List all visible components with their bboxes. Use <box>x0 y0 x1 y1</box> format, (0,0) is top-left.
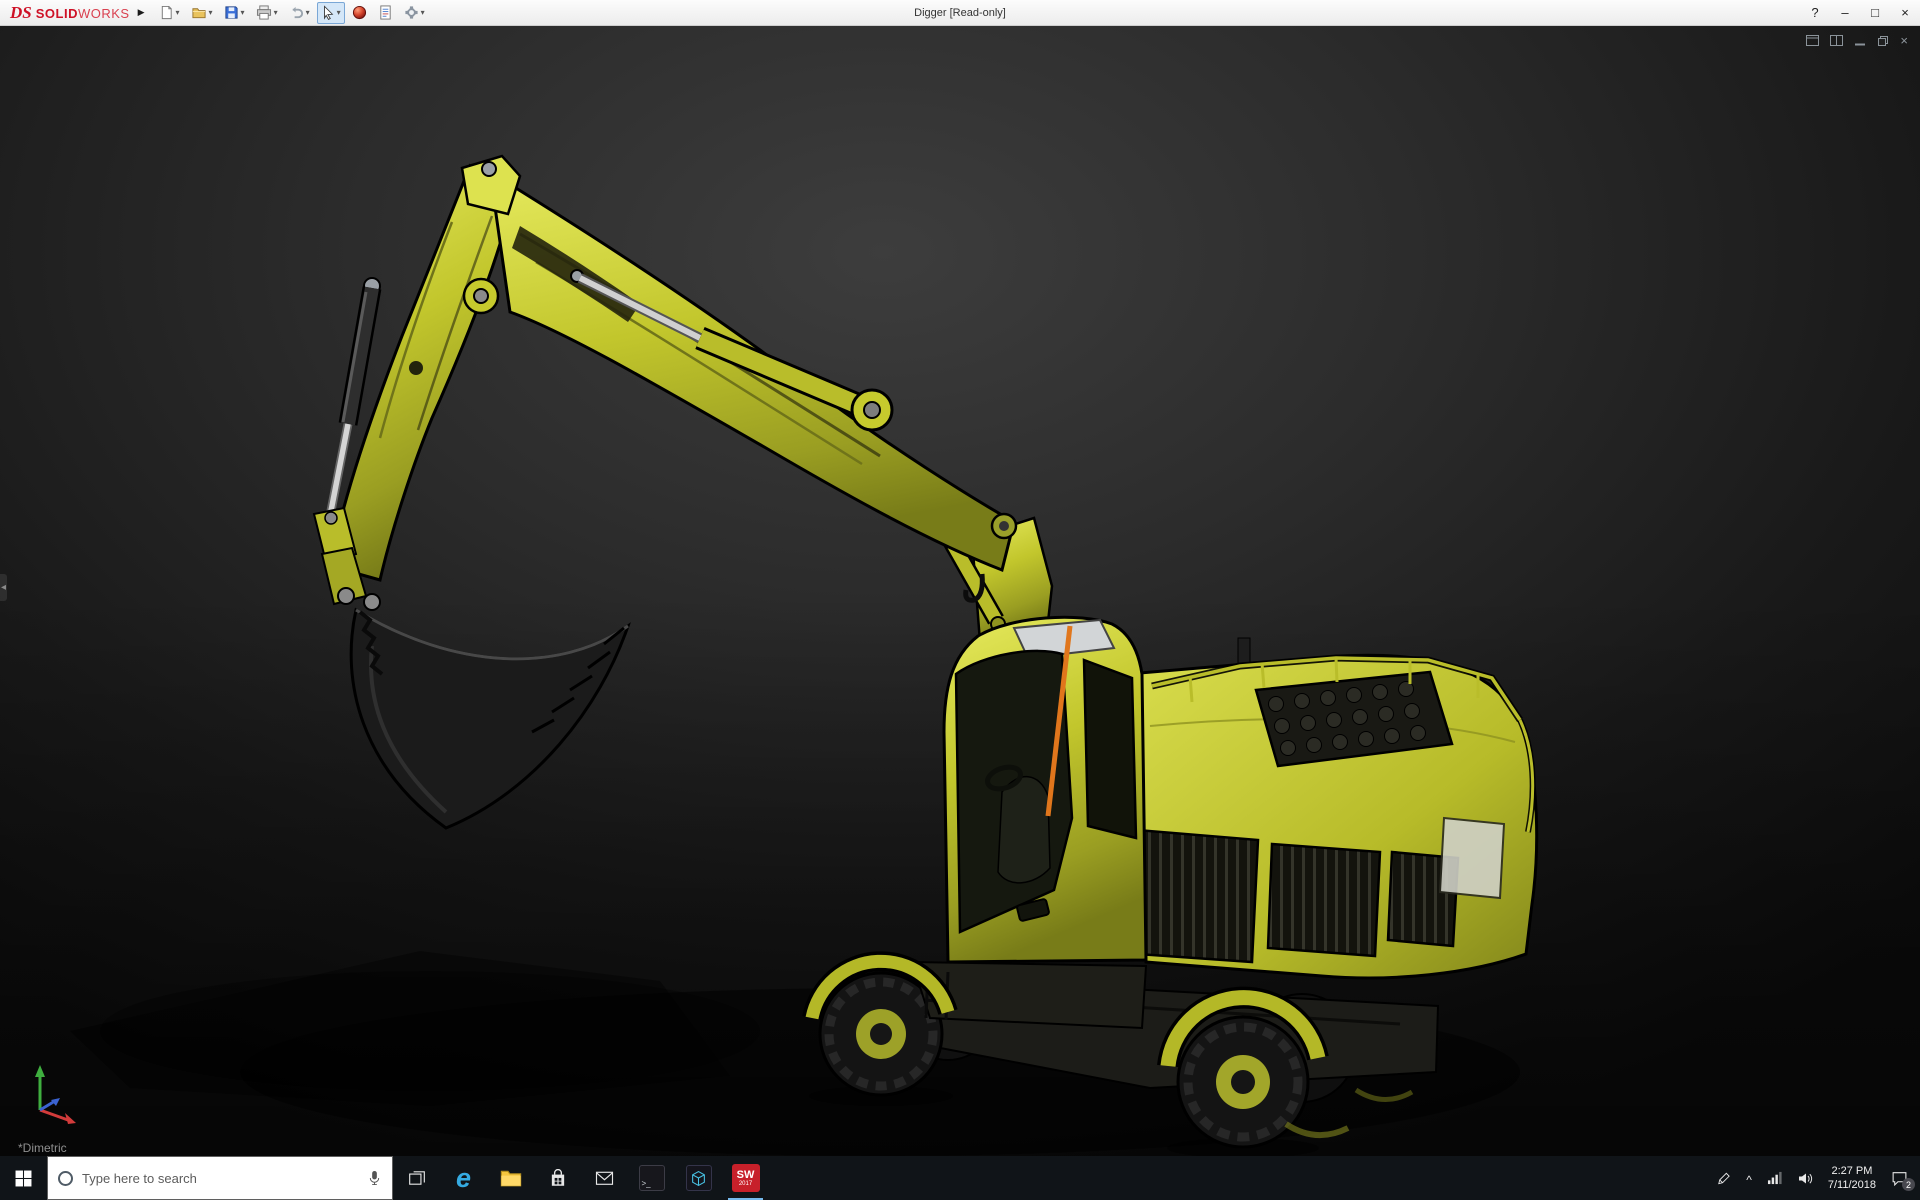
volume-icon[interactable] <box>1797 1171 1813 1186</box>
bucket[interactable] <box>351 610 628 828</box>
engine-housing <box>1108 638 1537 978</box>
store-bag-icon <box>549 1169 567 1188</box>
close-button[interactable]: × <box>1890 0 1920 25</box>
taskbar-search[interactable] <box>47 1156 393 1200</box>
side-window <box>1084 660 1136 838</box>
new-document-button[interactable]: ▾ <box>155 2 184 24</box>
select-tool-button[interactable]: ▾ <box>317 2 345 24</box>
file-explorer-button[interactable] <box>487 1156 534 1200</box>
solidworks-logo: DS SOLIDWORKS <box>0 3 130 23</box>
network-icon[interactable] <box>1767 1171 1782 1185</box>
mail-envelope-icon <box>595 1170 614 1186</box>
store-button[interactable] <box>534 1156 581 1200</box>
logo-solid: SOLID <box>36 6 78 21</box>
titlebar: DS SOLIDWORKS ▶ ▾ ▾ ▾ ▾ ▾ <box>0 0 1920 26</box>
cab[interactable] <box>944 617 1146 962</box>
clock-date: 7/11/2018 <box>1828 1178 1876 1192</box>
logo-ds-mark: DS <box>10 3 32 23</box>
mail-button[interactable] <box>581 1156 628 1200</box>
minimize-button[interactable]: – <box>1830 0 1860 25</box>
save-floppy-icon <box>224 5 239 20</box>
dropdown-arrow-icon[interactable]: ▾ <box>274 8 278 17</box>
doc-pane-icon[interactable] <box>1806 35 1819 46</box>
tray-pen-icon[interactable] <box>1716 1171 1731 1186</box>
undo-arrow-icon <box>289 5 304 20</box>
command-prompt-icon: >_ <box>639 1165 665 1191</box>
edge-button[interactable]: e <box>440 1156 487 1200</box>
windows-logo-icon <box>15 1170 32 1187</box>
view-orientation-label: *Dimetric <box>18 1141 67 1155</box>
undo-button[interactable]: ▾ <box>285 2 314 24</box>
graphics-viewport[interactable]: × ◂ *Dimetric <box>0 26 1920 1156</box>
options-button[interactable]: ▾ <box>400 2 429 24</box>
folder-icon <box>500 1169 522 1187</box>
search-input[interactable] <box>82 1171 358 1186</box>
cube-icon <box>686 1165 712 1191</box>
open-folder-icon <box>191 5 207 20</box>
dropdown-arrow-icon[interactable]: ▾ <box>241 8 245 17</box>
panel-collapse-arrow[interactable]: ◂ <box>0 574 7 601</box>
excavator-model[interactable] <box>0 26 1920 1156</box>
printer-icon <box>256 5 272 20</box>
open-button[interactable]: ▾ <box>187 2 217 24</box>
command-prompt-button[interactable]: >_ <box>628 1156 675 1200</box>
doc-restore-icon[interactable] <box>1877 35 1889 47</box>
logo-works: WORKS <box>78 6 130 21</box>
save-button[interactable]: ▾ <box>220 2 249 24</box>
dropdown-arrow-icon[interactable]: ▾ <box>209 8 213 17</box>
quick-access-toolbar: ▾ ▾ ▾ ▾ ▾ ▾ <box>155 2 429 24</box>
task-view-button[interactable] <box>393 1156 440 1200</box>
task-view-icon <box>408 1169 426 1187</box>
menu-flyout-arrow[interactable]: ▶ <box>138 7 145 18</box>
dropdown-arrow-icon[interactable]: ▾ <box>306 8 310 17</box>
maximize-button[interactable]: □ <box>1860 0 1890 25</box>
stick-arm[interactable] <box>314 166 512 610</box>
doc-minimize-icon[interactable] <box>1854 35 1866 47</box>
main-boom[interactable] <box>462 156 1016 570</box>
operator-seat <box>998 777 1050 883</box>
taskbar: e >_ <box>0 1156 1920 1200</box>
action-center-button[interactable]: 2 <box>1891 1170 1908 1186</box>
window-controls: ? – □ × <box>1800 0 1920 25</box>
system-tray: ^ 2:27 PM 7/11/2018 2 <box>1716 1156 1920 1200</box>
solidworks-window: DS SOLIDWORKS ▶ ▾ ▾ ▾ ▾ ▾ <box>0 0 1920 1200</box>
orientation-triad[interactable] <box>24 1062 88 1128</box>
file-properties-button[interactable] <box>374 2 397 24</box>
hidden-icons-chevron[interactable]: ^ <box>1746 1173 1752 1187</box>
solidworks-taskbar-button[interactable]: SW2017 <box>722 1156 769 1200</box>
document-window-controls: × <box>1806 34 1908 47</box>
appearance-button[interactable] <box>348 2 371 24</box>
solidworks-app-icon: SW2017 <box>732 1164 760 1192</box>
gear-icon <box>404 5 419 20</box>
clock-time: 2:27 PM <box>1828 1164 1876 1178</box>
exhaust-stack <box>1238 638 1250 664</box>
help-button[interactable]: ? <box>1800 0 1830 25</box>
3d-app-button[interactable] <box>675 1156 722 1200</box>
notification-badge: 2 <box>1902 1178 1915 1191</box>
file-properties-icon <box>378 5 393 20</box>
window-title: Digger [Read-only] <box>400 7 1520 19</box>
dropdown-arrow-icon[interactable]: ▾ <box>421 8 425 17</box>
select-cursor-icon <box>321 5 335 20</box>
new-document-icon <box>159 5 174 20</box>
cortana-icon <box>58 1171 73 1186</box>
doc-pane-icon-2[interactable] <box>1830 35 1843 46</box>
microphone-icon[interactable] <box>367 1170 382 1186</box>
dropdown-arrow-icon[interactable]: ▾ <box>176 8 180 17</box>
taskbar-clock[interactable]: 2:27 PM 7/11/2018 <box>1828 1164 1876 1193</box>
edge-icon: e <box>456 1163 471 1194</box>
appearance-sphere-icon <box>352 5 367 20</box>
doc-close-icon[interactable]: × <box>1900 34 1908 47</box>
print-button[interactable]: ▾ <box>252 2 282 24</box>
dropdown-arrow-icon[interactable]: ▾ <box>337 8 341 17</box>
start-button[interactable] <box>0 1156 47 1200</box>
